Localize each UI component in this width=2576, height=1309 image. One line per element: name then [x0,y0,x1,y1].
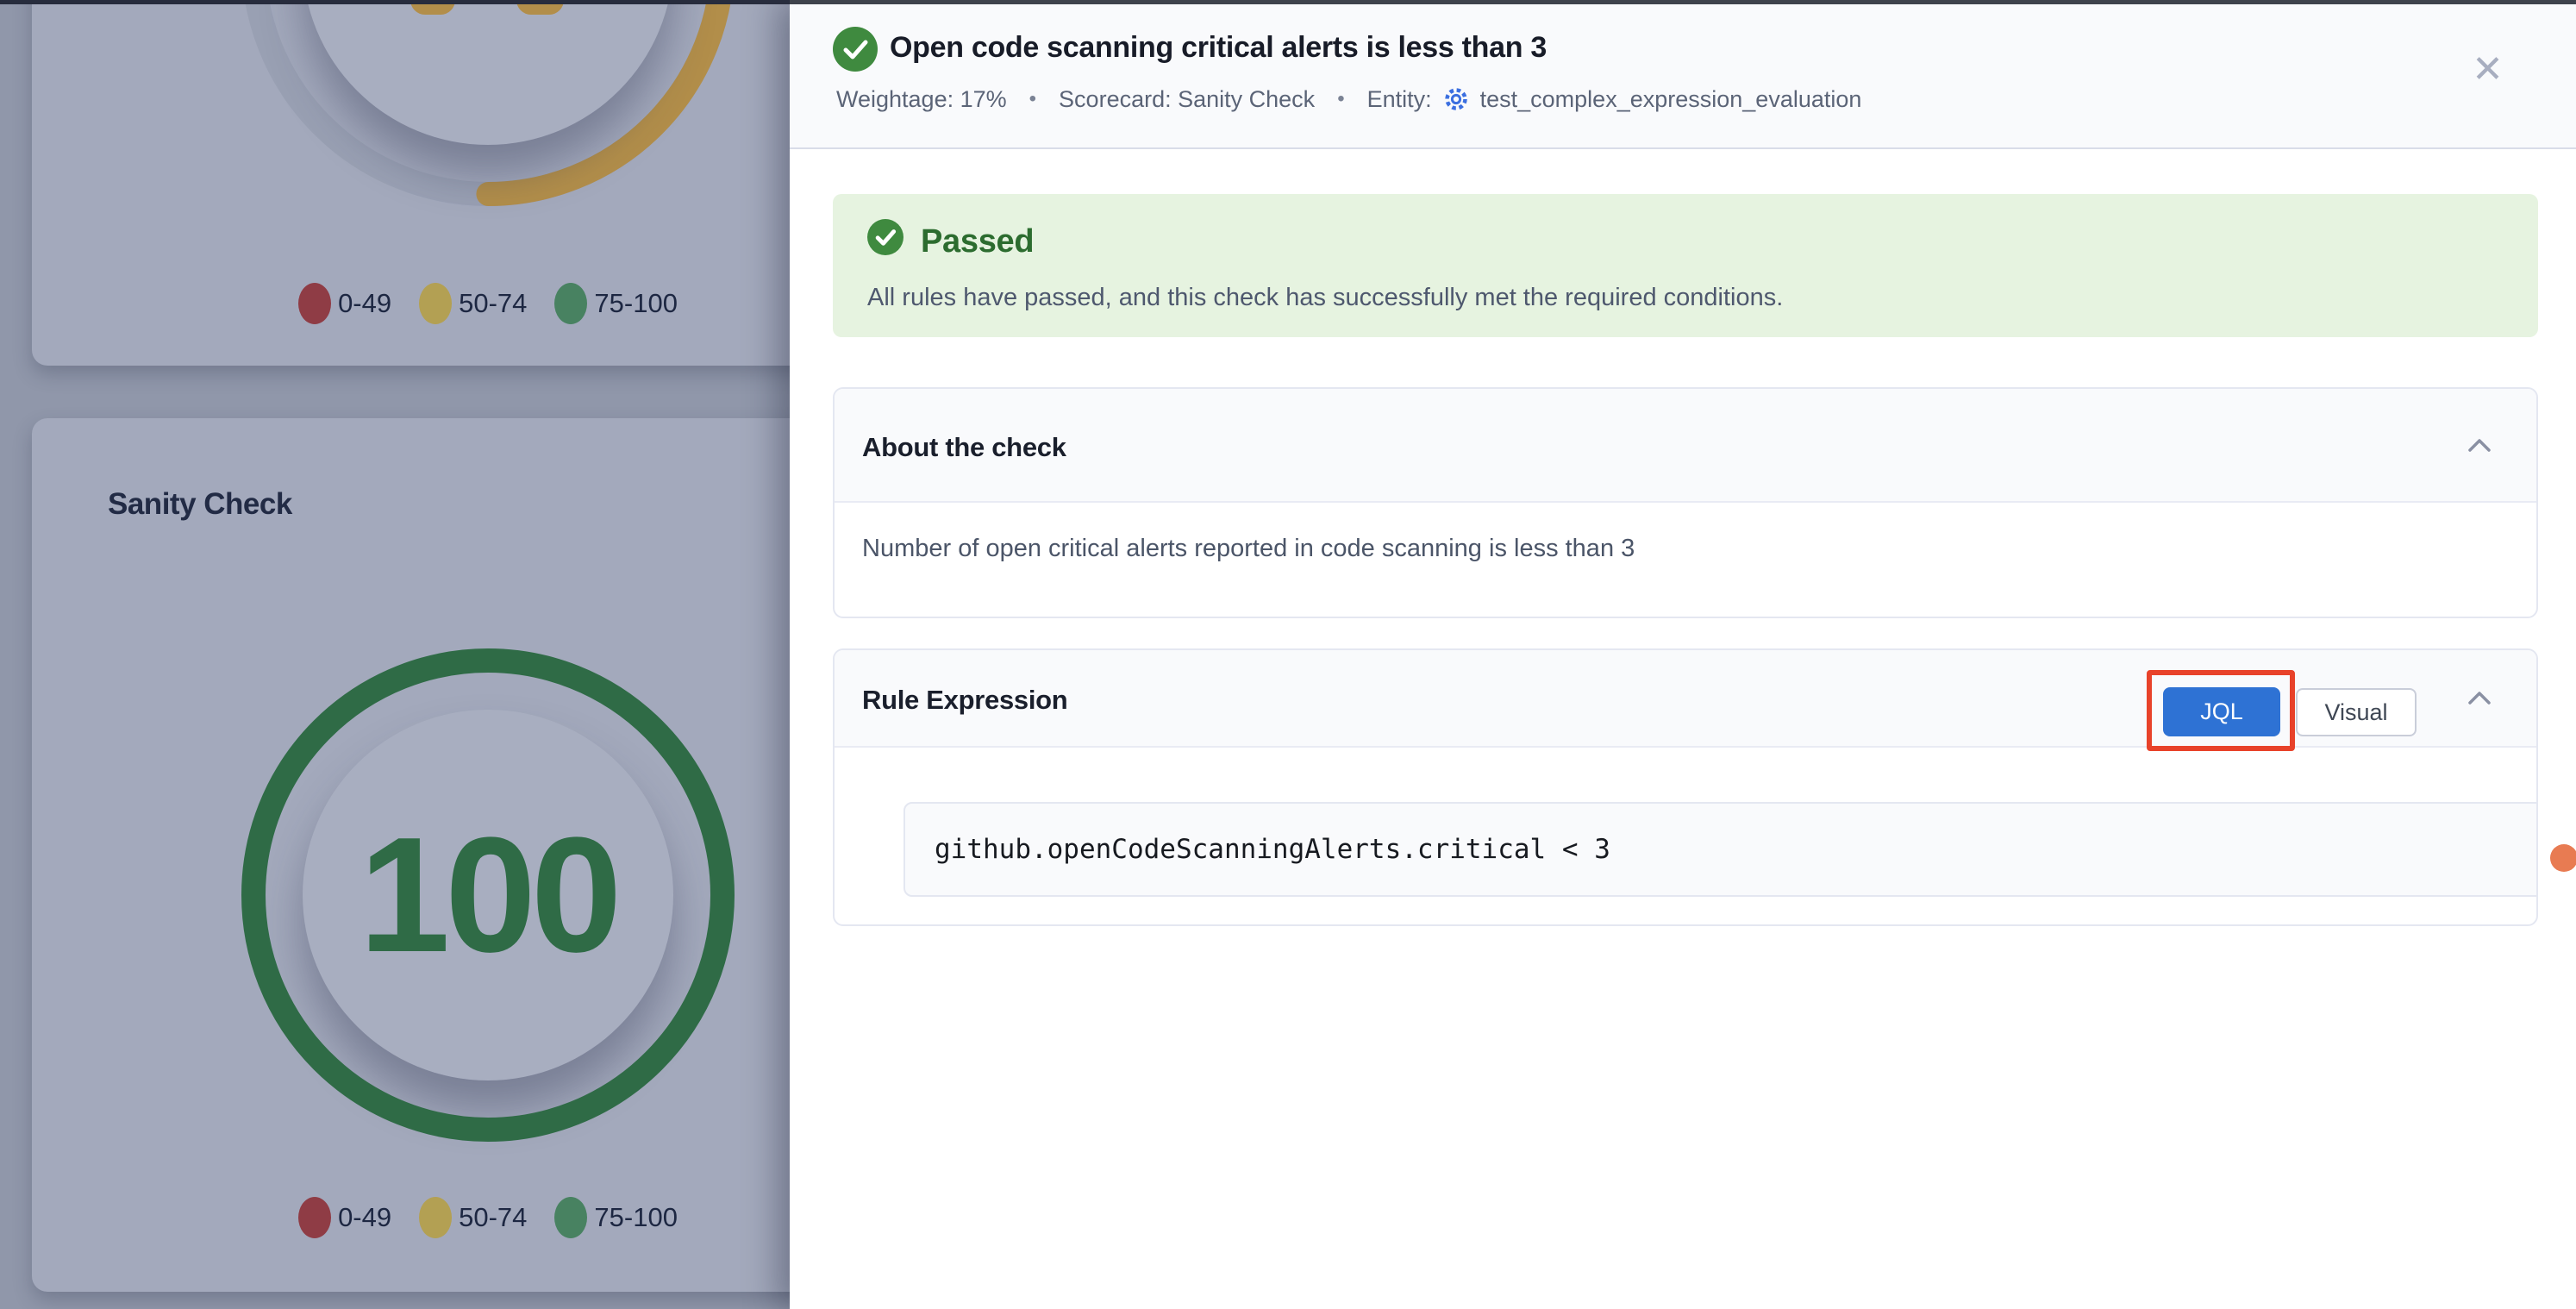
legend-item: 50-74 [419,283,527,324]
close-button[interactable]: ✕ [2467,50,2509,90]
entity-name: test_complex_expression_evaluation [1480,86,1862,113]
check-circle-icon [833,27,878,72]
about-the-check-panel: About the check Number of open critical … [833,387,2538,618]
card-title: Sanity Check [108,487,292,522]
clipped-top-bar [0,0,790,4]
bullet-separator: • [1337,87,1344,111]
scorecard-value: Scorecard: Sanity Check [1059,86,1315,113]
rule-expression-text: github.openCodeScanningAlerts.critical <… [935,804,1610,895]
section-title: About the check [862,432,1066,463]
legend-gold-dot-icon [419,283,452,324]
about-description: Number of open critical alerts reported … [835,503,2536,595]
legend-label: 75-100 [594,1202,678,1233]
rule-expression-panel: Rule Expression JQL Visual github.openCo… [833,648,2538,926]
legend-red-dot-icon [298,1197,331,1238]
section-title: Rule Expression [862,685,1067,716]
check-title: Open code scanning critical alerts is le… [890,31,1547,65]
status-message: All rules have passed, and this check ha… [867,284,1783,312]
legend-green-dot-icon [554,1197,587,1238]
check-detail-drawer: Open code scanning critical alerts is le… [790,0,2576,1309]
legend-item: 0-49 [298,1197,391,1238]
chevron-up-icon[interactable] [2467,437,2492,454]
entity-gear-icon [1442,85,1470,113]
legend-label: 75-100 [594,288,678,319]
rule-expression-code-block: github.openCodeScanningAlerts.critical <… [903,802,2538,897]
check-circle-icon [867,219,903,255]
visual-tab-button[interactable]: Visual [2296,688,2417,736]
status-title: Passed [921,223,1034,260]
drawer-header: Open code scanning critical alerts is le… [790,0,2576,149]
legend-item: 0-49 [298,283,391,324]
clipped-top-bar [790,0,2576,4]
legend-label: 0-49 [338,288,391,319]
legend-gold-dot-icon [419,1197,452,1238]
screen: 0-49 50-74 75-100 Sanity Check 100 0-49 … [0,0,2576,1309]
check-meta-row: Weightage: 17% • Scorecard: Sanity Check… [836,85,1861,113]
jql-tab-button[interactable]: JQL [2163,687,2280,736]
weightage-value: Weightage: 17% [836,86,1007,113]
bullet-separator: • [1029,87,1036,111]
legend-label: 50-74 [459,1202,527,1233]
legend-red-dot-icon [298,283,331,324]
rule-panel-header[interactable]: Rule Expression JQL Visual [835,650,2536,748]
legend-item: 75-100 [554,1197,678,1238]
entity-link[interactable]: Entity: test_complex_expression_evaluati… [1367,85,1862,113]
chevron-up-icon[interactable] [2467,690,2492,707]
entity-label: Entity: [1367,86,1432,113]
legend-label: 0-49 [338,1202,391,1233]
legend-green-dot-icon [554,283,587,324]
about-panel-header[interactable]: About the check [835,389,2536,503]
legend-label: 50-74 [459,288,527,319]
passed-status-banner: Passed All rules have passed, and this c… [833,194,2538,337]
legend-item: 75-100 [554,283,678,324]
legend-item: 50-74 [419,1197,527,1238]
edge-marker-dot [2550,844,2576,872]
